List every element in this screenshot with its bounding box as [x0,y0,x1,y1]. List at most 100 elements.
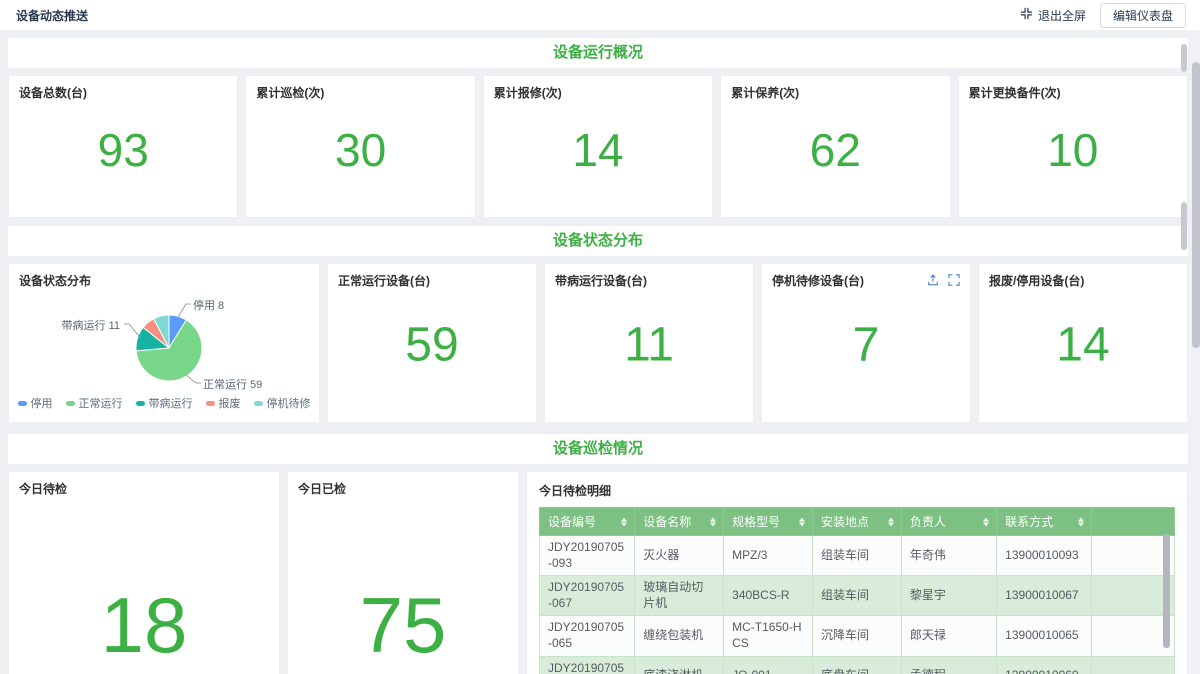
exit-fullscreen-button[interactable]: 退出全屏 [1020,7,1086,24]
export-icon[interactable] [927,273,939,291]
edit-dashboard-button[interactable]: 编辑仪表盘 [1100,3,1186,28]
stat-card-label: 累计更换备件(次) [969,84,1177,101]
legend-marker [66,401,75,406]
overview-card-row: 设备总数(台) 93 累计巡检(次) 30 累计报修(次) 14 累计保养(次)… [8,75,1188,218]
pie-legend: 停用 正常运行 带病运行 报废 停机待修 [9,395,319,411]
inner-scrollbar-thumb[interactable] [1181,44,1187,72]
table-cell: MC-T1650-HCS [724,616,813,656]
stat-card-value: 93 [9,123,237,177]
legend-label: 报废 [219,395,241,411]
legend-item[interactable]: 停机待修 [254,395,311,411]
table-cell [1092,656,1175,674]
legend-item[interactable]: 停用 [18,395,53,411]
stat-card-total-inspections: 累计巡检(次) 30 [245,75,475,218]
legend-label: 正常运行 [79,395,123,411]
legend-item[interactable]: 带病运行 [136,395,193,411]
page-scrollbar-track[interactable] [1192,30,1200,674]
table-cell: 340BCS-R [724,576,813,616]
table-cell: JDY20190705-093 [540,536,635,576]
stat-card-value: 75 [288,580,518,671]
stat-card-label: 累计巡检(次) [256,84,464,101]
section-header-overview: 设备运行概况 [8,38,1188,68]
table-cell: 组装车间 [813,536,902,576]
sort-caret-icon[interactable] [888,517,894,526]
sort-caret-icon[interactable] [983,517,989,526]
legend-marker [136,401,145,406]
table-cell: 底漆浇淋机 [635,656,724,674]
status-card-row: 设备状态分布 停用 8 带病运行 11 正常运行 59 停用正常运行带病运行报废… [8,263,1188,423]
table-cell: 13900010060 [997,656,1092,674]
table-row: JDY20190705-093灭火器MPZ/3组装车间年奇伟1390001009… [540,536,1175,576]
inspection-card-row: 今日待检 18 今日已检 75 今日待检明细 设备编号设备名称规格型号安装地点负… [8,471,1188,674]
stat-card-label: 正常运行设备(台) [338,272,526,289]
stat-card-label: 今日待检 [19,480,269,497]
pending-inspection-table: 设备编号设备名称规格型号安装地点负责人联系方式 JDY20190705-093灭… [539,507,1175,674]
table-title: 今日待检明细 [539,482,1175,499]
pie-label-normal: 正常运行 59 [203,376,262,392]
table-sort-header[interactable]: 规格型号 [724,508,813,536]
table-cell: 郎天禄 [901,616,996,656]
stat-card-label: 报废/停用设备(台) [989,272,1177,289]
legend-item[interactable]: 报废 [206,395,241,411]
table-cell: JDY20190705-060 [540,656,635,674]
table-row: JDY20190705-065缠绕包装机MC-T1650-HCS沉降车间郎天禄1… [540,616,1175,656]
legend-label: 停机待修 [267,395,311,411]
table-header-empty [1092,508,1175,536]
stat-card-value: 62 [721,123,949,177]
topbar-actions: 退出全屏 编辑仪表盘 [1020,3,1186,28]
stat-card-parts-replaced: 累计更换备件(次) 10 [958,75,1188,218]
stat-card-label: 今日已检 [298,480,508,497]
stat-card-label: 累计报修(次) [494,84,702,101]
table-row: JDY20190705-060底漆浇淋机JQ-001底盘车间孟德程1390001… [540,656,1175,674]
stat-card-value: 7 [762,318,970,373]
legend-item[interactable]: 正常运行 [66,395,123,411]
legend-label: 带病运行 [149,395,193,411]
stat-card-faulty-devices: 带病运行设备(台) 11 [544,263,754,423]
table-cell: 黎星宇 [901,576,996,616]
table-sort-header[interactable]: 设备编号 [540,508,635,536]
table-cell: 灭火器 [635,536,724,576]
sort-caret-icon[interactable] [710,517,716,526]
stat-card-label: 设备总数(台) [19,84,227,101]
stat-card-value: 10 [959,123,1187,177]
device-status-pie-chart[interactable]: 停用 8 带病运行 11 正常运行 59 停用正常运行带病运行报废停机待修 [9,264,319,422]
table-row: JDY20190705-067玻璃自动切片机340BCS-R组装车间黎星宇139… [540,576,1175,616]
table-cell: 年奇伟 [901,536,996,576]
table-cell: 13900010093 [997,536,1092,576]
stat-card-total-maintenance: 累计保养(次) 62 [720,75,950,218]
stat-card-value: 30 [246,123,474,177]
sort-caret-icon[interactable] [799,517,805,526]
dashboard-content: 设备运行概况 设备总数(台) 93 累计巡检(次) 30 累计报修(次) 14 … [8,38,1188,674]
table-cell: 沉降车间 [813,616,902,656]
inspection-table-body: JDY20190705-093灭火器MPZ/3组装车间年奇伟1390001009… [540,536,1175,674]
topbar: 设备动态推送 退出全屏 编辑仪表盘 [0,0,1200,30]
table-cell: 底盘车间 [813,656,902,674]
table-cell: MPZ/3 [724,536,813,576]
table-sort-header[interactable]: 负责人 [901,508,996,536]
stat-card-total-repairs: 累计报修(次) 14 [483,75,713,218]
table-cell: 孟德程 [901,656,996,674]
section-header-status: 设备状态分布 [8,226,1188,256]
stat-card-done-today: 今日已检 75 [287,471,519,674]
stat-card-value: 18 [9,580,279,671]
inspection-table-card: 今日待检明细 设备编号设备名称规格型号安装地点负责人联系方式 JDY201907… [526,471,1188,674]
table-sort-header[interactable]: 联系方式 [997,508,1092,536]
table-sort-header[interactable]: 设备名称 [635,508,724,536]
table-cell: 组装车间 [813,576,902,616]
table-cell: 13900010067 [997,576,1092,616]
stat-card-label: 带病运行设备(台) [555,272,743,289]
legend-marker [18,401,27,406]
table-scrollbar-thumb[interactable] [1163,534,1170,648]
inner-scrollbar-thumb[interactable] [1181,202,1187,250]
table-sort-header[interactable]: 安装地点 [813,508,902,536]
table-cell: 13900010065 [997,616,1092,656]
table-cell: JQ-001 [724,656,813,674]
sort-caret-icon[interactable] [1078,517,1084,526]
section-header-inspection: 设备巡检情况 [8,434,1188,464]
legend-marker [206,401,215,406]
table-region: 设备编号设备名称规格型号安装地点负责人联系方式 JDY20190705-093灭… [539,507,1175,674]
pie-chart-card: 设备状态分布 停用 8 带病运行 11 正常运行 59 停用正常运行带病运行报废… [8,263,320,423]
sort-caret-icon[interactable] [621,517,627,526]
page-scrollbar-thumb[interactable] [1192,62,1200,348]
expand-icon[interactable] [948,273,960,291]
